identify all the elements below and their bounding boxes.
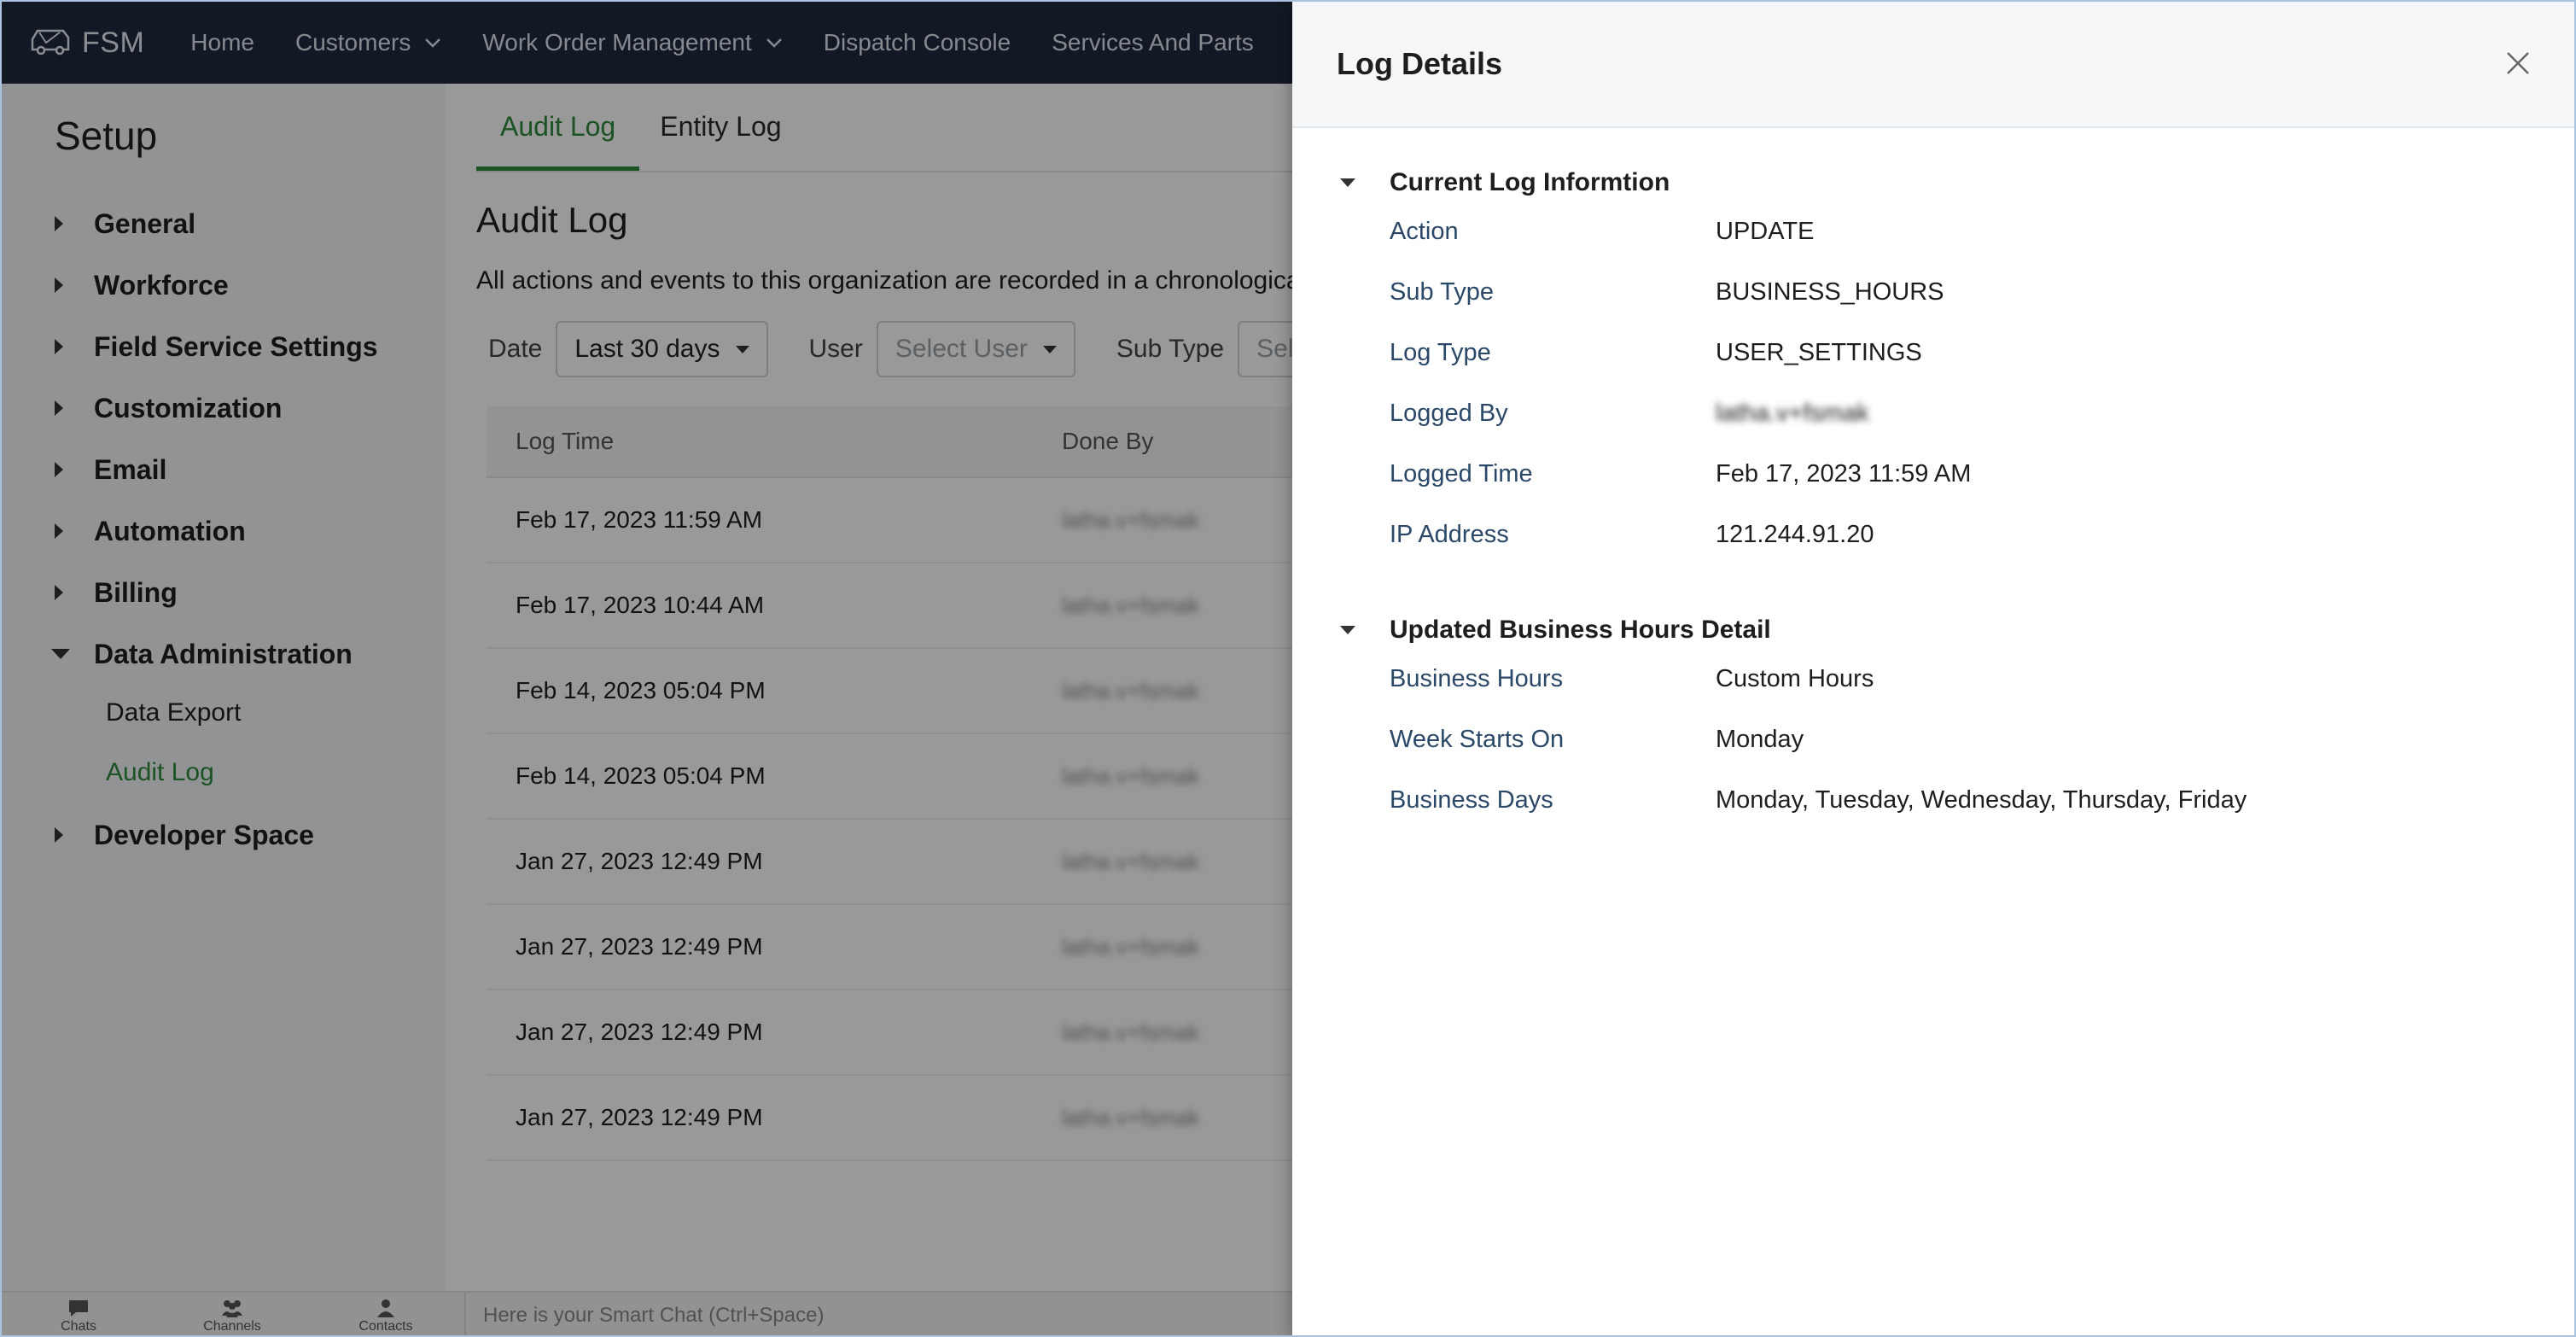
detail-value: latha.v+fsmak (1716, 400, 1869, 427)
detail-row-business-hours: Business Hours Custom Hours (1340, 649, 2535, 709)
detail-key: Sub Type (1390, 278, 1495, 306)
detail-key: Action (1390, 218, 1459, 245)
detail-row-log-type: Log Type USER_SETTINGS (1340, 323, 2535, 383)
section-header[interactable]: Current Log Informtion (1340, 164, 2535, 201)
detail-value: BUSINESS_HOURS (1716, 278, 1944, 306)
updated-business-hours-section: Updated Business Hours Detail Business H… (1340, 611, 2535, 831)
caret-down-icon (1340, 178, 1355, 187)
close-icon (2507, 52, 2529, 74)
detail-value: 121.244.91.20 (1716, 521, 1874, 548)
detail-row-logged-time: Logged Time Feb 17, 2023 11:59 AM (1340, 444, 2535, 505)
log-details-drawer: Log Details Current Log Informtion Actio… (1292, 2, 2574, 1335)
detail-row-business-days: Business Days Monday, Tuesday, Wednesday,… (1340, 770, 2535, 831)
detail-row-logged-by: Logged By latha.v+fsmak (1340, 383, 2535, 444)
detail-key: Logged Time (1390, 460, 1533, 488)
section-title: Current Log Informtion (1390, 168, 1670, 196)
detail-key: Logged By (1390, 400, 1508, 427)
detail-value: UPDATE (1716, 218, 1815, 245)
section-title: Updated Business Hours Detail (1390, 616, 1771, 644)
detail-row-week-starts-on: Week Starts On Monday (1340, 709, 2535, 770)
detail-row-action: Action UPDATE (1340, 201, 2535, 262)
detail-key: Business Hours (1390, 665, 1564, 692)
detail-value: Monday (1716, 726, 1804, 753)
close-button[interactable] (2503, 48, 2533, 79)
drawer-header: Log Details (1292, 2, 2574, 128)
app-window: FSM Home Customers Work Order Management… (0, 0, 2576, 1337)
detail-key: Business Days (1390, 786, 1553, 814)
detail-value: Feb 17, 2023 11:59 AM (1716, 460, 1972, 488)
current-log-section: Current Log Informtion Action UPDATE Sub … (1340, 164, 2535, 565)
caret-down-icon (1340, 626, 1355, 634)
detail-row-ip-address: IP Address 121.244.91.20 (1340, 505, 2535, 565)
detail-key: Week Starts On (1390, 726, 1565, 753)
detail-row-sub-type: Sub Type BUSINESS_HOURS (1340, 262, 2535, 323)
detail-value: Custom Hours (1716, 665, 1874, 692)
detail-value: USER_SETTINGS (1716, 339, 1922, 366)
section-header[interactable]: Updated Business Hours Detail (1340, 611, 2535, 649)
detail-key: IP Address (1390, 521, 1509, 548)
drawer-title: Log Details (1337, 46, 1503, 81)
detail-key: Log Type (1390, 339, 1491, 366)
detail-value: Monday, Tuesday, Wednesday, Thursday, Fr… (1716, 786, 2247, 814)
